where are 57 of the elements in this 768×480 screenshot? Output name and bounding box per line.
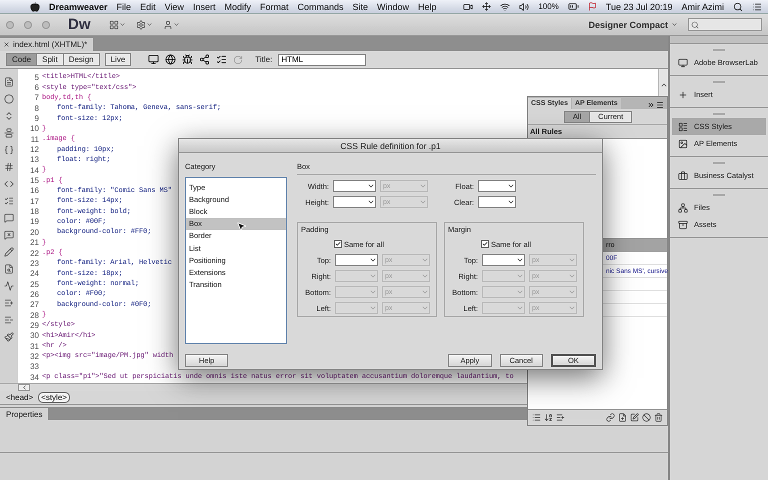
menu-item[interactable]: Window — [377, 2, 410, 12]
user-name[interactable]: Amir Azimi — [682, 2, 724, 12]
line-number: 16 — [29, 186, 40, 196]
battery-percent: 100% — [538, 2, 559, 11]
line-number: 26 — [29, 290, 40, 299]
app-menu[interactable]: Dreamweaver — [49, 2, 108, 12]
view-button[interactable]: Live — [104, 53, 132, 66]
menu-item[interactable]: Edit — [140, 2, 156, 12]
clock[interactable]: Tue 23 Jul 20:19 — [606, 2, 672, 12]
line-number: 25 — [29, 280, 40, 289]
line-number: 30 — [29, 331, 40, 340]
line-number: 18 — [29, 207, 40, 216]
menu-item[interactable]: Site — [352, 2, 368, 12]
title-field[interactable]: HTML — [278, 54, 366, 66]
line-number: 6 — [34, 83, 40, 92]
menu-item[interactable]: Insert — [192, 2, 216, 12]
line-number: 5 — [34, 72, 40, 82]
menu-item[interactable]: Help — [418, 2, 437, 12]
line-number: 34 — [29, 372, 40, 382]
menu-item[interactable]: Format — [260, 2, 288, 12]
line-number: 32 — [29, 352, 40, 361]
title-label: Title: — [255, 55, 272, 64]
view-button[interactable]: Design — [62, 53, 100, 66]
line-number: 14 — [29, 166, 40, 175]
line-number: 9 — [34, 114, 40, 124]
dialog-title: CSS Rule definition for .p1 — [179, 139, 602, 153]
line-number: 19 — [29, 217, 40, 226]
view-button[interactable]: Split — [36, 53, 64, 66]
line-number: 28 — [29, 310, 40, 320]
line-number: 10 — [29, 124, 40, 134]
menu-item[interactable]: Modify — [224, 2, 251, 12]
line-number: 29 — [29, 320, 40, 330]
line-number: 8 — [34, 104, 40, 113]
line-number: 20 — [29, 228, 40, 237]
line-number: 11 — [30, 134, 40, 144]
line-number: 33 — [29, 362, 40, 372]
document-tab[interactable]: index.html (XHTML)* — [0, 38, 94, 51]
tag-selector-item[interactable]: <head> — [3, 392, 36, 403]
properties-tab[interactable]: Properties — [0, 408, 48, 420]
line-number: 7 — [34, 93, 40, 102]
line-number: 27 — [29, 300, 40, 310]
line-number: 13 — [29, 155, 40, 164]
line-number: 17 — [29, 196, 40, 206]
line-number: 31 — [29, 342, 40, 351]
app-logo: Dw — [68, 16, 90, 33]
line-number: 15 — [29, 176, 40, 186]
line-number: 21 — [29, 238, 40, 248]
line-number: 24 — [29, 269, 40, 278]
menu-item[interactable]: View — [164, 2, 184, 12]
line-number: 12 — [29, 145, 40, 154]
tag-selector-item[interactable]: <style> — [38, 392, 70, 403]
workspace-switcher[interactable]: Designer Compact — [588, 20, 678, 30]
line-number: 23 — [29, 258, 40, 268]
view-button[interactable]: Code — [6, 53, 38, 66]
menu-item[interactable]: Commands — [297, 2, 344, 12]
line-number: 22 — [29, 248, 40, 258]
menu-item[interactable]: File — [116, 2, 132, 12]
